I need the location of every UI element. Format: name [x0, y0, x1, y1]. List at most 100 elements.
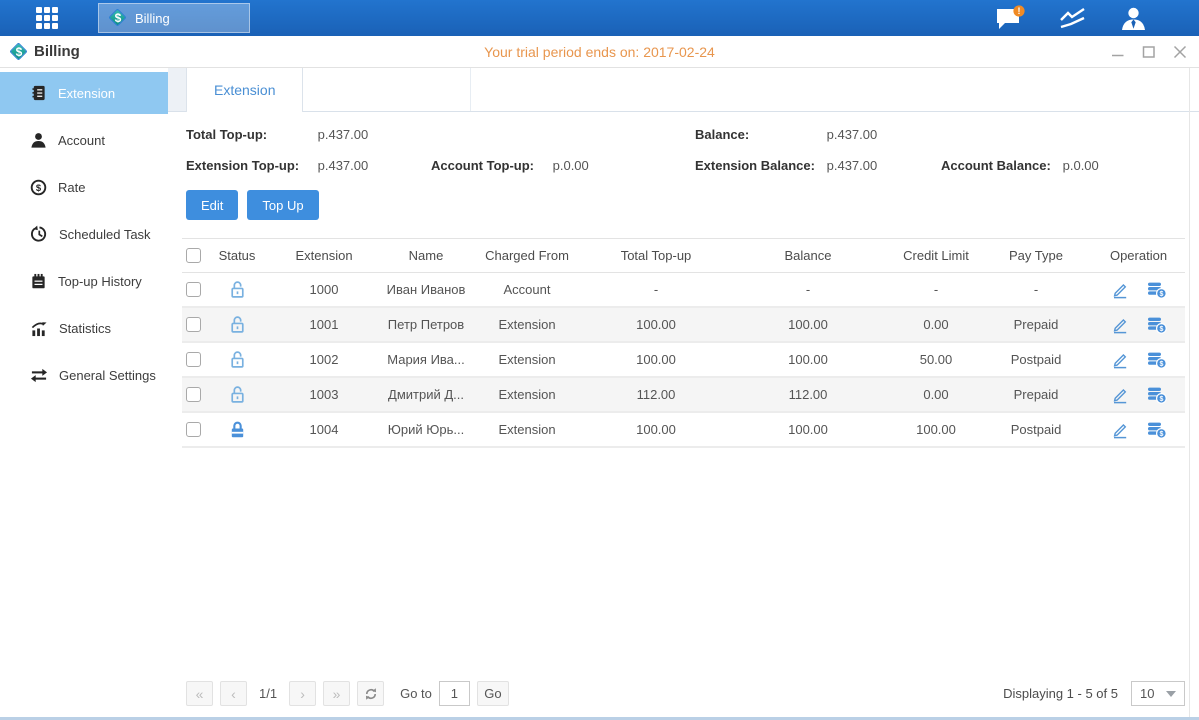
notifications-icon[interactable]: ! — [994, 5, 1025, 32]
edit-button[interactable]: Edit — [186, 190, 238, 220]
displaying-info: Displaying 1 - 5 of 5 — [1003, 686, 1118, 701]
trial-notice: Your trial period ends on: 2017-02-24 — [0, 44, 1199, 60]
row-checkbox[interactable] — [186, 317, 201, 332]
svg-text:$: $ — [1159, 291, 1163, 298]
taskbar-tab-label: Billing — [135, 11, 170, 26]
go-button[interactable]: Go — [477, 681, 509, 706]
lock-open-icon — [229, 280, 246, 299]
row-checkbox[interactable] — [186, 422, 201, 437]
page-size-select[interactable]: 10 — [1131, 681, 1185, 706]
name-cell: Дмитрий Д... — [386, 387, 466, 402]
edit-row-icon[interactable] — [1111, 316, 1129, 334]
summary-value: p.0.00 — [553, 158, 589, 173]
topup-row-icon[interactable]: $ — [1147, 421, 1167, 439]
goto-page-input[interactable] — [439, 681, 470, 706]
extension-cell: 1001 — [262, 317, 386, 332]
prev-page-button[interactable]: ‹ — [220, 681, 247, 706]
status-icon[interactable] — [229, 420, 246, 439]
status-icon[interactable] — [229, 315, 246, 334]
sidebar-item-label: Account — [58, 133, 105, 148]
total-topup-cell: 100.00 — [588, 317, 724, 332]
header-status: Status — [212, 248, 262, 263]
row-checkbox[interactable] — [186, 282, 201, 297]
dollar-circle-icon: $ — [30, 179, 47, 196]
summary-value: p.437.00 — [827, 127, 878, 142]
edit-row-icon[interactable] — [1111, 421, 1129, 439]
tab-extension[interactable]: Extension — [186, 68, 303, 112]
billing-app-icon — [108, 8, 128, 28]
topup-row-icon[interactable]: $ — [1147, 386, 1167, 404]
summary-account-balance: Account Balance: p.0.00 — [941, 158, 1185, 173]
name-cell: Петр Петров — [386, 317, 466, 332]
balance-cell: 112.00 — [724, 387, 892, 402]
credit-limit-cell: - — [892, 282, 980, 297]
last-page-button[interactable]: » — [323, 681, 350, 706]
sliders-icon — [30, 367, 48, 384]
window-right-edge — [1189, 68, 1190, 717]
sidebar-item-extension[interactable]: Extension — [0, 72, 168, 114]
sidebar-item-statistics[interactable]: Statistics — [0, 307, 168, 349]
maximize-icon[interactable] — [1142, 45, 1156, 59]
status-icon[interactable] — [229, 280, 246, 299]
header-credit-limit: Credit Limit — [892, 248, 980, 263]
sidebar-item-label: Extension — [58, 86, 115, 101]
topup-row-icon[interactable]: $ — [1147, 281, 1167, 299]
edit-row-icon[interactable] — [1111, 281, 1129, 299]
lock-open-icon — [229, 315, 246, 334]
statistics-chart-icon[interactable] — [1059, 7, 1086, 30]
status-icon[interactable] — [229, 350, 246, 369]
window-title: Billing — [34, 43, 80, 60]
summary-value: p.437.00 — [827, 158, 878, 173]
summary-balance: Balance: p.437.00 — [695, 127, 1185, 142]
sidebar-item-general-settings[interactable]: General Settings — [0, 354, 168, 396]
name-cell: Юрий Юрь... — [386, 422, 466, 437]
svg-text:$: $ — [1159, 361, 1163, 368]
row-checkbox[interactable] — [186, 387, 201, 402]
person-icon — [30, 132, 47, 149]
total-topup-cell: - — [588, 282, 724, 297]
top-up-button[interactable]: Top Up — [247, 190, 318, 220]
table-row: 1004 Юрий Юрь... Extension 100.00 100.00… — [182, 413, 1185, 448]
pay-type-cell: - — [980, 282, 1092, 297]
row-checkbox[interactable] — [186, 352, 201, 367]
sidebar-item-account[interactable]: Account — [0, 119, 168, 161]
next-page-button[interactable]: › — [289, 681, 316, 706]
topbar: Billing ! — [0, 0, 1199, 36]
summary-value: p.437.00 — [318, 127, 369, 142]
window-titlebar: Billing Your trial period ends on: 2017-… — [0, 36, 1199, 68]
select-all-checkbox[interactable] — [186, 248, 201, 263]
topup-row-icon[interactable]: $ — [1147, 316, 1167, 334]
minimize-icon[interactable] — [1111, 45, 1125, 59]
edit-row-icon[interactable] — [1111, 386, 1129, 404]
billing-summary: Total Top-up: p.437.00 Balance: p.437.00… — [168, 112, 1199, 173]
refresh-button[interactable] — [357, 681, 384, 706]
sidebar-item-label: General Settings — [59, 368, 156, 383]
chart-bars-icon — [30, 320, 48, 337]
summary-label: Account Top-up: — [431, 158, 549, 173]
close-icon[interactable] — [1173, 45, 1187, 59]
sidebar-item-label: Rate — [58, 180, 85, 195]
credit-limit-cell: 50.00 — [892, 352, 980, 367]
header-pay-type: Pay Type — [980, 248, 1092, 263]
status-icon[interactable] — [229, 385, 246, 404]
sidebar-item-topup-history[interactable]: Top-up History — [0, 260, 168, 302]
svg-text:$: $ — [1159, 326, 1163, 333]
summary-value: p.437.00 — [318, 158, 369, 173]
first-page-button[interactable]: « — [186, 681, 213, 706]
apps-grid-icon[interactable] — [36, 7, 58, 29]
pay-type-cell: Postpaid — [980, 352, 1092, 367]
header-operation: Operation — [1092, 248, 1185, 263]
topup-row-icon[interactable]: $ — [1147, 351, 1167, 369]
taskbar-tab-billing[interactable]: Billing — [98, 3, 250, 33]
svg-text:$: $ — [36, 182, 42, 193]
user-account-icon[interactable] — [1120, 6, 1147, 31]
charged-from-cell: Extension — [466, 422, 588, 437]
charged-from-cell: Account — [466, 282, 588, 297]
charged-from-cell: Extension — [466, 387, 588, 402]
goto-label: Go to — [400, 686, 432, 701]
edit-row-icon[interactable] — [1111, 351, 1129, 369]
sidebar-item-rate[interactable]: $ Rate — [0, 166, 168, 208]
svg-text:$: $ — [1159, 431, 1163, 438]
summary-extension-balance: Extension Balance: p.437.00 — [695, 158, 941, 173]
sidebar-item-scheduled-task[interactable]: Scheduled Task — [0, 213, 168, 255]
